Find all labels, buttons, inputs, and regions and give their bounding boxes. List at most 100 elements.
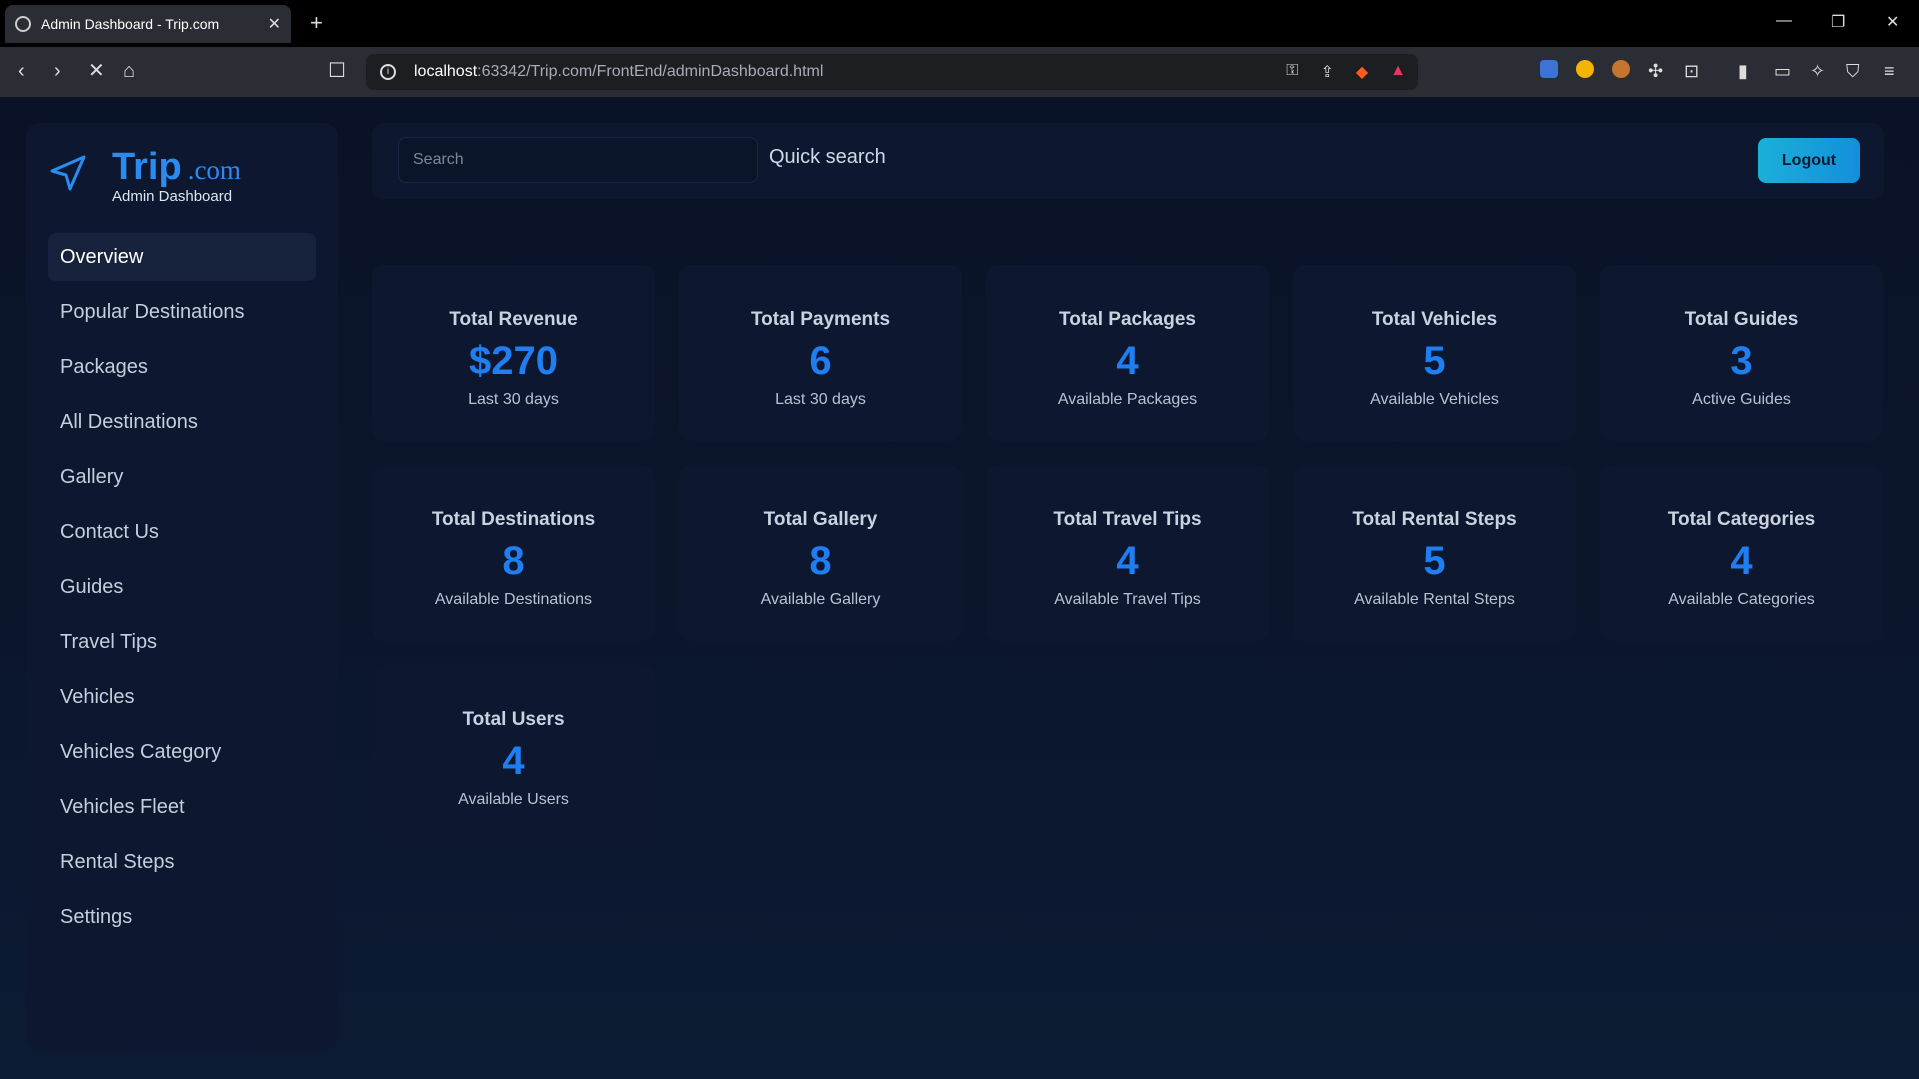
back-icon[interactable]: ‹ [18,60,25,82]
minimize-icon[interactable]: — [1776,12,1792,30]
stat-card-travel-tips: Total Travel Tips 4 Available Travel Tip… [986,465,1269,641]
brand-name: Trip .com [112,146,241,188]
menu-icon[interactable]: ≡ [1884,60,1895,82]
sidebar-menu: Overview Popular Destinations Packages A… [48,233,316,948]
sidebar-toggle-icon[interactable]: ▮ [1738,60,1748,82]
stat-value: 8 [502,539,525,583]
search-tab-icon[interactable]: ⊡ [1684,60,1699,82]
tab-title: Admin Dashboard - Trip.com [41,16,220,32]
sidebar-item-overview[interactable]: Overview [48,233,316,281]
sidebar-item-travel-tips[interactable]: Travel Tips [48,618,316,666]
stat-label: Total Travel Tips [1053,509,1202,530]
key-icon[interactable]: ⚿ [1286,62,1298,82]
sidebar-item-packages[interactable]: Packages [48,343,316,391]
stat-card-guides: Total Guides 3 Active Guides [1600,265,1883,441]
sidebar-item-vehicles[interactable]: Vehicles [48,673,316,721]
extensions-icon[interactable]: ✣ [1648,60,1663,82]
brand-subtitle: Admin Dashboard [112,188,233,205]
quick-search-label: Quick search [769,146,886,168]
stat-card-users: Total Users 4 Available Users [372,665,655,841]
admin-dashboard: Trip .com Admin Dashboard Overview Popula… [0,97,1919,1079]
browser-tab[interactable]: Admin Dashboard - Trip.com ✕ [5,5,291,43]
top-bar: Quick search Logout [372,123,1884,199]
stat-note: Available Destinations [434,591,593,608]
stat-value: 5 [1423,539,1446,583]
stat-value: 8 [809,539,832,583]
drive-extension-icon[interactable] [1576,60,1594,78]
sidebar: Trip .com Admin Dashboard Overview Popula… [26,123,338,1051]
stat-label: Total Destinations [431,509,596,530]
sidebar-item-guides[interactable]: Guides [48,563,316,611]
stat-label: Total Guides [1684,309,1799,330]
stat-label: Total Packages [1059,309,1196,330]
stat-card-revenue: Total Revenue $270 Last 30 days [372,265,655,441]
browser-tab-bar: Admin Dashboard - Trip.com ✕ + — ❐ ✕ [0,0,1919,47]
brave-rewards-icon[interactable]: ▲ [1390,62,1406,82]
logo[interactable]: Trip .com Admin Dashboard [48,147,241,205]
sidebar-item-gallery[interactable]: Gallery [48,453,316,501]
stat-value: $270 [469,339,558,383]
share-icon[interactable]: ⇪ [1320,62,1333,82]
stat-note: Last 30 days [775,391,866,408]
site-info-icon[interactable]: i [380,64,396,80]
restore-icon[interactable]: ❐ [1831,12,1845,32]
stat-value: 6 [809,339,832,383]
stat-note: Available Users [458,791,569,808]
logout-button[interactable]: Logout [1758,138,1860,183]
stat-note: Available Gallery [760,591,881,608]
sidebar-item-vehicles-category[interactable]: Vehicles Category [48,728,316,776]
url-path: :63342/Trip.com/FrontEnd/adminDashboard.… [477,63,824,80]
search-input[interactable] [398,137,758,183]
url-host: localhost [414,63,478,80]
sidebar-item-all-destinations[interactable]: All Destinations [48,398,316,446]
new-tab-icon[interactable]: + [310,10,323,36]
sidebar-item-vehicles-fleet[interactable]: Vehicles Fleet [48,783,316,831]
stat-label: Total Revenue [449,309,578,330]
stat-value: 3 [1730,339,1753,383]
address-bar[interactable]: i localhost :63342/Trip.com/FrontEnd/adm… [366,54,1418,90]
stat-card-rental-steps: Total Rental Steps 5 Available Rental St… [1293,465,1576,641]
stat-value: 4 [1116,539,1139,583]
stat-value: 4 [1116,339,1139,383]
tab-close-icon[interactable]: ✕ [268,14,281,34]
stat-label: Total Categories [1667,509,1816,530]
paper-plane-icon [50,155,86,191]
stat-card-destinations: Total Destinations 8 Available Destinati… [372,465,655,641]
stop-icon[interactable]: ✕ [88,60,105,82]
stat-note: Active Guides [1692,391,1791,408]
stat-note: Available Vehicles [1370,391,1499,408]
stat-card-payments: Total Payments 6 Last 30 days [679,265,962,441]
stat-note: Available Travel Tips [1054,591,1201,608]
stat-label: Total Payments [750,309,891,330]
tab-favicon-icon [15,16,31,32]
stat-note: Available Categories [1668,591,1815,608]
stat-label: Total Users [462,709,565,730]
sidebar-item-contact-us[interactable]: Contact Us [48,508,316,556]
browser-toolbar: ‹ › ✕ ⌂ ☐ i localhost :63342/Trip.com/Fr… [0,47,1919,97]
sidebar-item-settings[interactable]: Settings [48,893,316,941]
stat-label: Total Gallery [763,509,878,530]
translate-extension-icon[interactable] [1540,60,1558,78]
bookmark-icon[interactable]: ☐ [328,60,346,82]
wallet-icon[interactable]: ▭ [1774,60,1791,82]
stat-note: Available Rental Steps [1354,591,1515,608]
stat-value: 4 [1730,539,1753,583]
leo-ai-icon[interactable]: ✧ [1810,60,1825,82]
stat-note: Last 30 days [468,391,559,408]
sidebar-item-popular-destinations[interactable]: Popular Destinations [48,288,316,336]
stat-card-gallery: Total Gallery 8 Available Gallery [679,465,962,641]
stat-note: Available Packages [1057,391,1198,408]
stat-value: 5 [1423,339,1446,383]
stat-value: 4 [502,739,525,783]
stat-card-packages: Total Packages 4 Available Packages [986,265,1269,441]
stat-label: Total Vehicles [1371,309,1498,330]
brave-shield-icon[interactable]: ◆ [1356,62,1368,82]
home-icon[interactable]: ⌂ [123,60,135,82]
close-window-icon[interactable]: ✕ [1886,12,1899,32]
sidebar-item-rental-steps[interactable]: Rental Steps [48,838,316,886]
stat-label: Total Rental Steps [1352,509,1517,530]
cookie-extension-icon[interactable] [1612,60,1630,78]
vpn-icon[interactable]: ⛉ [1846,60,1860,82]
forward-icon[interactable]: › [54,60,61,82]
stat-card-categories: Total Categories 4 Available Categories [1600,465,1883,641]
